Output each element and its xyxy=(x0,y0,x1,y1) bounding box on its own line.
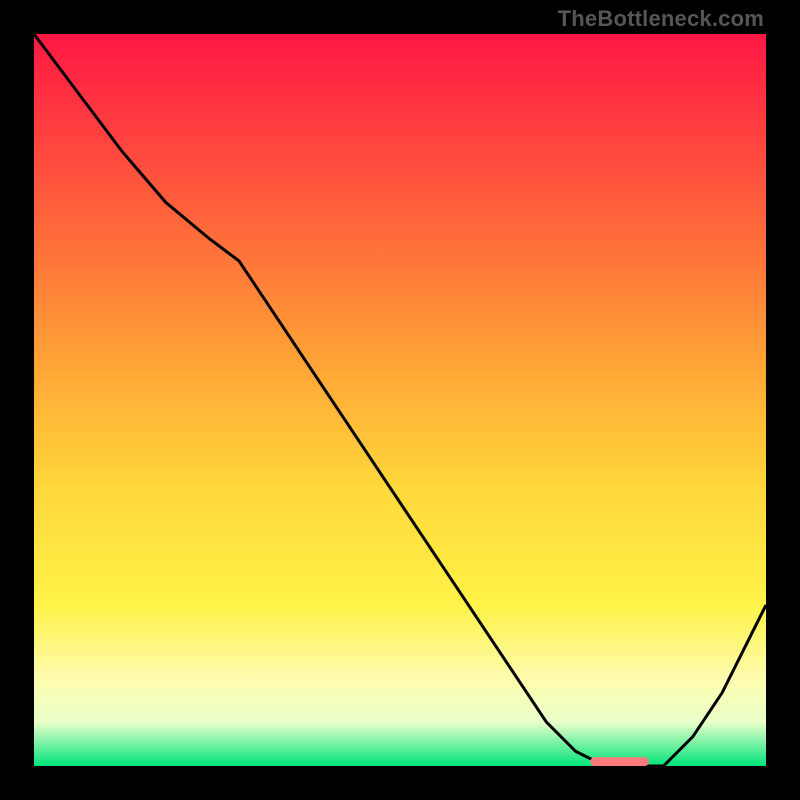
optimal-range-marker xyxy=(590,757,649,766)
watermark-text: TheBottleneck.com xyxy=(558,6,764,32)
gradient-background xyxy=(34,34,766,766)
chart-frame xyxy=(34,34,766,766)
bottleneck-chart xyxy=(34,34,766,766)
